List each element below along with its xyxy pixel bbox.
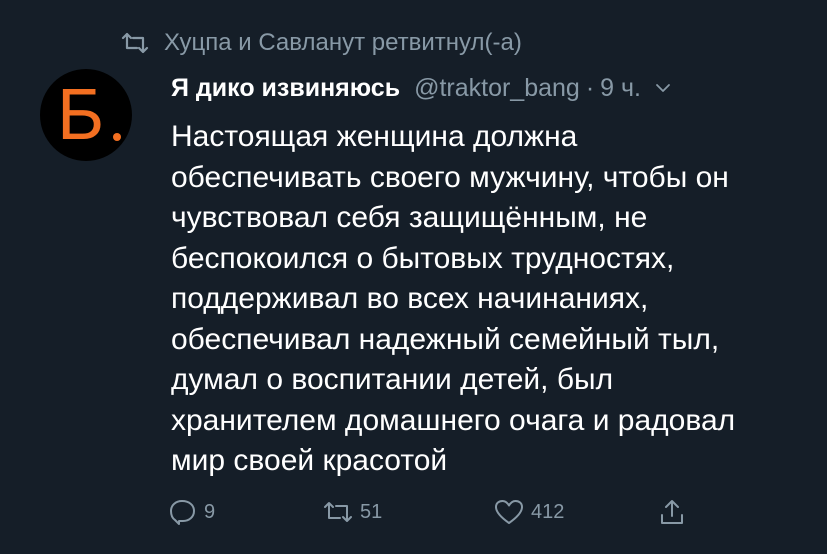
reply-icon: [170, 500, 195, 525]
tweet-header: Я дико извиняюсь @traktor_bang · 9 ч.: [171, 70, 671, 106]
avatar-dot: [113, 133, 121, 141]
tweet-timestamp[interactable]: 9 ч.: [600, 74, 641, 103]
retweet-context: Хуцпа и Савланут ретвитнул(-а): [120, 26, 522, 60]
avatar-letter: Б: [57, 75, 105, 155]
retweet-icon: [121, 32, 149, 54]
chevron-down-icon[interactable]: [655, 82, 671, 94]
reply-button[interactable]: 9: [168, 498, 215, 526]
heart-icon: [495, 500, 523, 524]
retweet-button[interactable]: 51: [322, 498, 382, 526]
avatar[interactable]: Б: [40, 69, 132, 161]
author-handle[interactable]: @traktor_bang: [414, 74, 580, 103]
retweet-context-text[interactable]: Хуцпа и Савланут ретвитнул(-а): [164, 29, 522, 57]
reply-count: 9: [204, 500, 216, 523]
share-button[interactable]: [658, 498, 686, 526]
tweet-text: Настоящая женщина должна обеспечивать св…: [171, 120, 736, 477]
share-icon: [661, 500, 683, 524]
retweet-icon: [324, 502, 352, 522]
retweet-count: 51: [360, 500, 383, 523]
tweet-card[interactable]: Хуцпа и Савланут ретвитнул(-а) Б Я дико …: [0, 0, 827, 554]
like-button[interactable]: 412: [493, 498, 564, 526]
tweet-actions: 9 51 412: [168, 498, 708, 526]
header-separator: ·: [585, 73, 595, 102]
author-display-name[interactable]: Я дико извиняюсь: [171, 74, 400, 103]
like-count: 412: [531, 500, 565, 523]
